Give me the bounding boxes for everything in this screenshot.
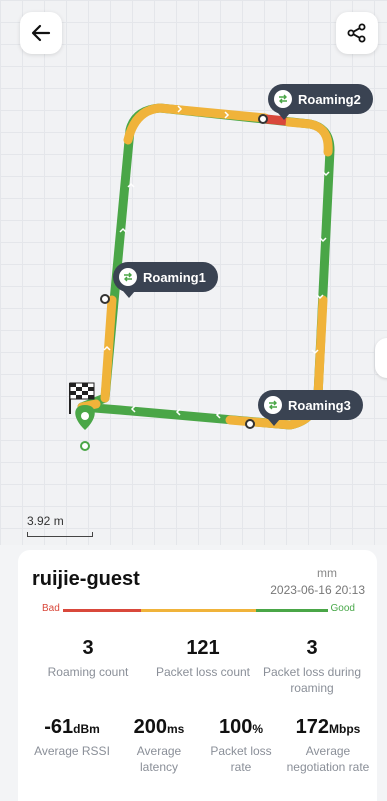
roaming-marker[interactable]: Roaming1 <box>113 262 218 298</box>
stat-label: Average RSSI <box>34 744 110 758</box>
stat-unit: Mbps <box>329 722 361 736</box>
roaming-map[interactable]: Roaming1 Roaming2 Roaming3 3.92 m <box>0 0 387 545</box>
stat-unit: ms <box>167 722 185 736</box>
share-icon <box>347 23 366 43</box>
roaming-dot <box>258 114 268 124</box>
stat-negotiation-rate: 172Mbps Average negotiation rate <box>282 716 374 775</box>
quality-bad-label: Bad <box>30 603 63 614</box>
stat-label: Packet loss during roaming <box>262 665 362 695</box>
roaming-marker[interactable]: Roaming2 <box>268 84 373 120</box>
arrow-left-icon <box>31 24 51 42</box>
roaming-dot <box>100 294 110 304</box>
stat-label: Average negotiation rate <box>286 744 370 774</box>
roaming-swap-icon <box>264 396 282 414</box>
stat-unit: % <box>252 722 264 736</box>
stat-value: -61 <box>44 716 74 738</box>
map-scale-label: 3.92 m <box>27 514 64 528</box>
start-pin-icon <box>75 405 95 451</box>
test-timestamp: 2023-06-16 20:13 <box>270 583 365 597</box>
stat-value: 3 <box>306 637 318 659</box>
quality-good-label: Good <box>327 603 367 614</box>
stat-value: 3 <box>82 637 94 659</box>
user-name: mm <box>317 566 337 580</box>
roaming-label: Roaming3 <box>288 397 351 413</box>
stat-loss-during-roaming: 3 Packet loss during roaming <box>258 637 366 696</box>
roaming-label: Roaming1 <box>143 269 206 285</box>
stat-roaming-count: 3 Roaming count <box>38 637 138 680</box>
stat-value: 121 <box>186 637 220 659</box>
stat-unit: dBm <box>73 722 100 736</box>
stat-value: 100 <box>218 716 253 738</box>
roaming-dot <box>245 419 255 429</box>
stat-packet-loss-count: 121 Packet loss count <box>148 637 258 680</box>
stat-average-rssi: -61dBm Average RSSI <box>24 716 120 759</box>
map-scale-bar <box>27 532 93 537</box>
signal-quality-legend: Bad Good <box>30 603 367 614</box>
roaming-label: Roaming2 <box>298 91 361 107</box>
roaming-swap-icon <box>274 90 292 108</box>
stat-label: Packet loss count <box>155 665 251 679</box>
stat-label: Average latency <box>136 744 182 774</box>
share-button[interactable] <box>336 12 378 54</box>
stat-label: Roaming count <box>47 665 129 679</box>
roaming-details-card: ruijie-guest mm 2023-06-16 20:13 Bad Goo… <box>18 550 377 801</box>
side-panel-handle[interactable] <box>375 338 387 378</box>
stat-packet-loss-rate: 100% Packet loss rate <box>204 716 278 775</box>
stat-value: 200 <box>133 716 168 738</box>
stat-average-latency: 200ms Average latency <box>122 716 196 775</box>
ssid-title: ruijie-guest <box>32 568 140 590</box>
stat-value: 172 <box>295 716 330 738</box>
roaming-swap-icon <box>119 268 137 286</box>
stat-label: Packet loss rate <box>210 744 272 774</box>
back-button[interactable] <box>20 12 62 54</box>
roaming-marker[interactable]: Roaming3 <box>258 390 363 426</box>
